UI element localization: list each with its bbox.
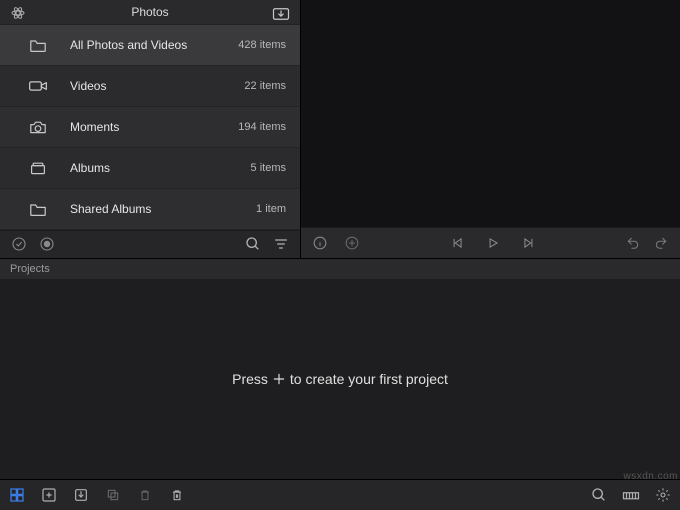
sidebar-item-count: 428 items bbox=[238, 39, 286, 51]
folder-icon bbox=[24, 201, 52, 217]
record-icon[interactable] bbox=[38, 235, 56, 253]
play-icon[interactable] bbox=[484, 234, 502, 252]
sidebar-item-count: 22 items bbox=[244, 80, 286, 92]
projects-header: Projects bbox=[0, 258, 680, 279]
preview-pane bbox=[301, 0, 680, 258]
sidebar-item-label: Shared Albums bbox=[70, 202, 256, 216]
stack-icon bbox=[24, 160, 52, 176]
sidebar-item-label: Albums bbox=[70, 161, 251, 175]
sidebar-footer bbox=[0, 230, 300, 258]
timeline-area[interactable]: Press to create your first project bbox=[0, 279, 680, 479]
sidebar-item-shared-albums[interactable]: Shared Albums 1 item bbox=[0, 189, 300, 230]
sidebar-item-label: All Photos and Videos bbox=[70, 38, 238, 52]
add-clip-icon[interactable] bbox=[343, 234, 361, 252]
empty-project-hint: Press to create your first project bbox=[232, 371, 448, 387]
photos-app-icon bbox=[10, 5, 26, 21]
media-source-list: All Photos and Videos 428 items Videos 2… bbox=[0, 25, 300, 230]
filter-icon[interactable] bbox=[272, 235, 290, 253]
redo-icon[interactable] bbox=[652, 234, 670, 252]
sidebar-item-label: Videos bbox=[70, 79, 244, 93]
media-browser-icon[interactable] bbox=[8, 486, 26, 504]
hint-text-post: to create your first project bbox=[290, 371, 448, 387]
next-icon[interactable] bbox=[520, 234, 538, 252]
sidebar-item-count: 5 items bbox=[251, 162, 286, 174]
watermark: wsxdn.com bbox=[623, 471, 678, 482]
sidebar-item-videos[interactable]: Videos 22 items bbox=[0, 66, 300, 107]
preview-canvas bbox=[301, 0, 680, 227]
camera-icon bbox=[24, 119, 52, 135]
info-icon[interactable] bbox=[311, 234, 329, 252]
new-project-icon[interactable] bbox=[40, 486, 58, 504]
search-icon[interactable] bbox=[244, 235, 262, 253]
preview-controls bbox=[301, 227, 680, 258]
video-icon bbox=[24, 78, 52, 94]
sidebar-item-label: Moments bbox=[70, 120, 238, 134]
select-all-icon[interactable] bbox=[10, 235, 28, 253]
sidebar-item-all-photos[interactable]: All Photos and Videos 428 items bbox=[0, 25, 300, 66]
sidebar-header: Photos bbox=[0, 0, 300, 25]
projects-label: Projects bbox=[10, 263, 50, 275]
sidebar-title: Photos bbox=[131, 5, 168, 19]
media-sidebar: Photos All Photos and Videos 428 items bbox=[0, 0, 301, 258]
bottom-toolbar bbox=[0, 479, 680, 510]
folder-icon bbox=[24, 37, 52, 53]
prev-icon[interactable] bbox=[448, 234, 466, 252]
sidebar-item-albums[interactable]: Albums 5 items bbox=[0, 148, 300, 189]
search-timeline-icon[interactable] bbox=[590, 486, 608, 504]
import-icon[interactable] bbox=[272, 5, 290, 23]
trash-icon[interactable] bbox=[136, 486, 154, 504]
sidebar-item-moments[interactable]: Moments 194 items bbox=[0, 107, 300, 148]
sidebar-item-count: 1 item bbox=[256, 203, 286, 215]
duplicate-icon[interactable] bbox=[104, 486, 122, 504]
display-options-icon[interactable] bbox=[622, 486, 640, 504]
sidebar-item-count: 194 items bbox=[238, 121, 286, 133]
import-media-icon[interactable] bbox=[72, 486, 90, 504]
plus-icon bbox=[272, 372, 286, 386]
delete-icon[interactable] bbox=[168, 486, 186, 504]
settings-icon[interactable] bbox=[654, 486, 672, 504]
hint-text-pre: Press bbox=[232, 371, 268, 387]
undo-icon[interactable] bbox=[624, 234, 642, 252]
